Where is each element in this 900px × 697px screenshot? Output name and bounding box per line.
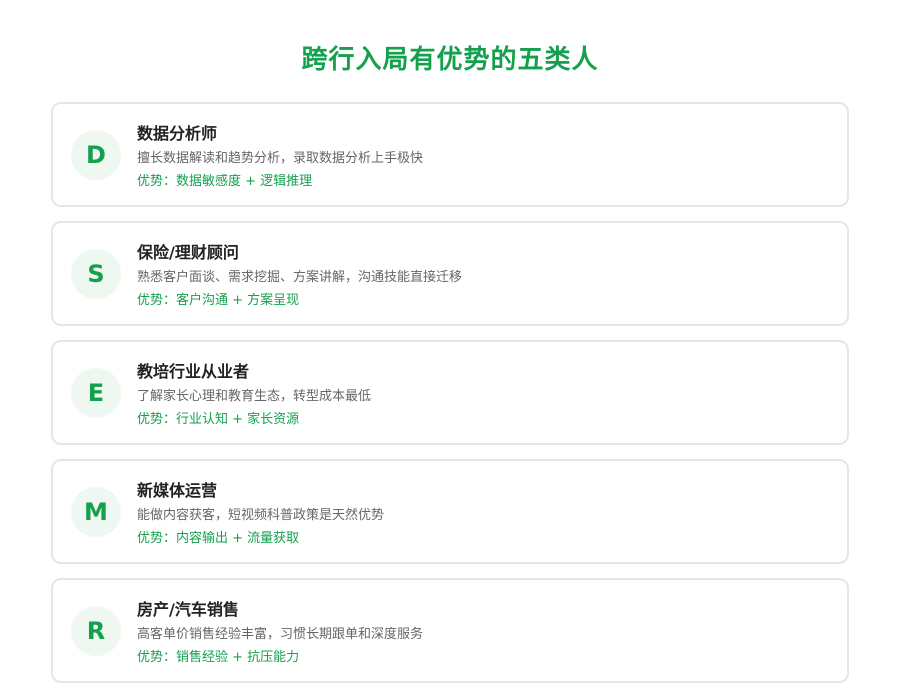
card-sales: R 房产/汽车销售 高客单价销售经验丰富，习惯长期跟单和深度服务 优势：销售经验… xyxy=(51,578,849,683)
card-title: 新媒体运营 xyxy=(137,481,218,500)
card-insurance-advisor: S 保险/理财顾问 熟悉客户面谈、需求挖掘、方案讲解，沟通技能直接迁移 优势：客… xyxy=(51,221,849,326)
card-advantage: 优势：客户沟通 + 方案呈现 xyxy=(137,293,300,308)
letter-avatar: D xyxy=(71,130,121,180)
card-data-analyst: D 数据分析师 擅长数据解读和趋势分析，录取数据分析上手极快 优势：数据敏感度 … xyxy=(51,102,849,207)
card-new-media-ops: M 新媒体运营 能做内容获客，短视频科普政策是天然优势 优势：内容输出 + 流量… xyxy=(51,459,849,564)
card-advantage: 优势：数据敏感度 + 逻辑推理 xyxy=(137,174,313,189)
card-advantage: 优势：内容输出 + 流量获取 xyxy=(137,531,300,546)
card-description: 熟悉客户面谈、需求挖掘、方案讲解，沟通技能直接迁移 xyxy=(137,270,463,285)
card-list: D 数据分析师 擅长数据解读和趋势分析，录取数据分析上手极快 优势：数据敏感度 … xyxy=(51,102,849,697)
card-description: 了解家长心理和教育生态，转型成本最低 xyxy=(137,389,372,404)
letter-avatar: M xyxy=(71,487,121,537)
card-title: 数据分析师 xyxy=(137,124,218,143)
page-title: 跨行入局有优势的五类人 xyxy=(301,45,599,75)
card-title: 保险/理财顾问 xyxy=(137,243,239,262)
card-description: 能做内容获客，短视频科普政策是天然优势 xyxy=(137,508,385,523)
letter-avatar: S xyxy=(71,249,121,299)
card-title: 教培行业从业者 xyxy=(137,362,250,381)
card-title: 房产/汽车销售 xyxy=(137,600,239,619)
card-description: 高客单价销售经验丰富，习惯长期跟单和深度服务 xyxy=(137,627,424,642)
letter-avatar: R xyxy=(71,606,121,656)
card-education-worker: E 教培行业从业者 了解家长心理和教育生态，转型成本最低 优势：行业认知 + 家… xyxy=(51,340,849,445)
letter-avatar: E xyxy=(71,368,121,418)
card-advantage: 优势：销售经验 + 抗压能力 xyxy=(137,650,300,665)
card-description: 擅长数据解读和趋势分析，录取数据分析上手极快 xyxy=(137,151,424,166)
card-advantage: 优势：行业认知 + 家长资源 xyxy=(137,412,300,427)
